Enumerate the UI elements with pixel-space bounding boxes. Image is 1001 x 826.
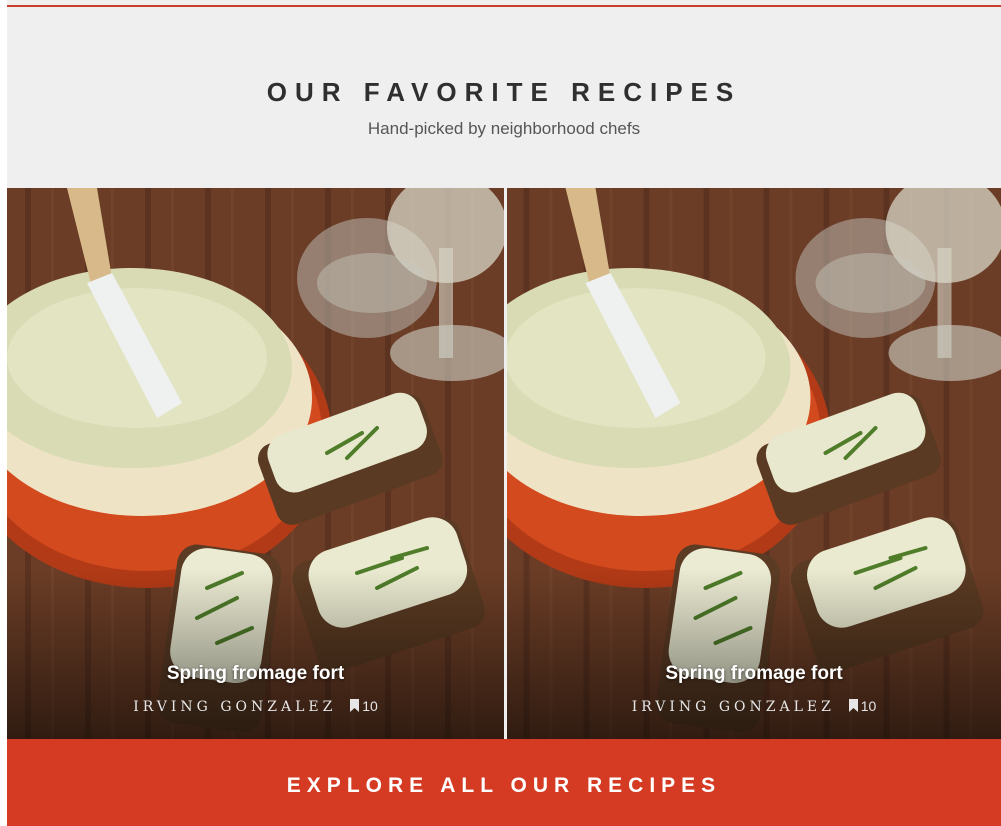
recipe-meta: IRVING GONZALEZ 10 (507, 698, 1001, 715)
bookmark-icon[interactable] (848, 699, 858, 712)
bookmark-count: 10 (362, 698, 378, 714)
recipe-title[interactable]: Spring fromage fort (7, 663, 504, 685)
recipes-section: OUR FAVORITE RECIPES Hand-picked by neig… (7, 0, 1001, 826)
recipe-card-grid: Spring fromage fort IRVING GONZALEZ 10 S… (7, 188, 1001, 739)
bookmark-icon[interactable] (350, 699, 360, 712)
recipe-card[interactable]: Spring fromage fort IRVING GONZALEZ 10 (7, 188, 504, 739)
section-header: OUR FAVORITE RECIPES Hand-picked by neig… (7, 7, 1001, 188)
recipe-card[interactable]: Spring fromage fort IRVING GONZALEZ 10 (507, 188, 1001, 739)
recipe-author[interactable]: IRVING GONZALEZ (632, 699, 835, 715)
bookmark-count: 10 (860, 698, 877, 714)
explore-recipes-button[interactable]: EXPLORE ALL OUR RECIPES (7, 739, 1001, 826)
recipe-meta: IRVING GONZALEZ 10 (7, 698, 504, 715)
recipe-author[interactable]: IRVING GONZALEZ (133, 699, 336, 715)
explore-recipes-label: EXPLORE ALL OUR RECIPES (286, 774, 722, 797)
section-subtitle: Hand-picked by neighborhood chefs (367, 119, 641, 138)
section-title: OUR FAVORITE RECIPES (266, 77, 742, 107)
recipe-title[interactable]: Spring fromage fort (507, 663, 1001, 685)
